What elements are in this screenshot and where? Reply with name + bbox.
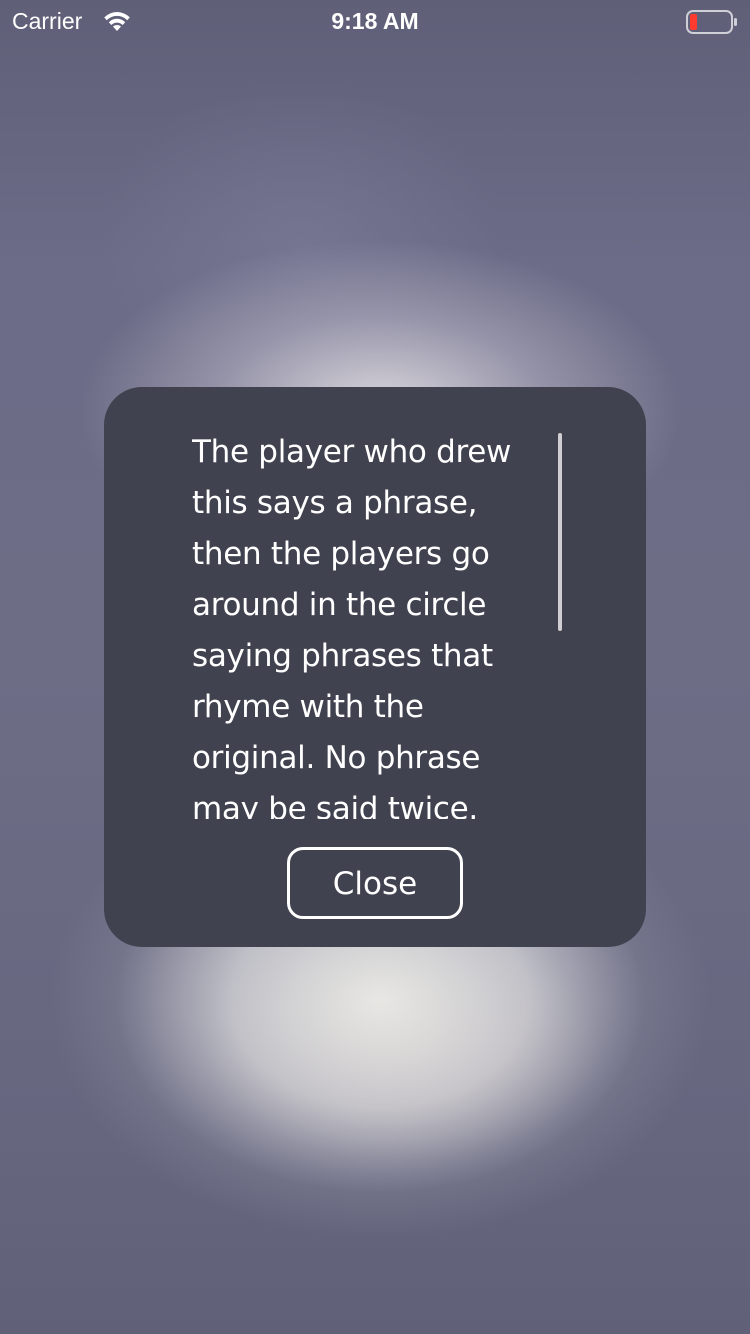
instructions-text: The player who drew this says a phrase, … <box>192 434 512 819</box>
scroll-indicator[interactable] <box>558 433 562 631</box>
instructions-scroll-view[interactable]: The player who drew this says a phrase, … <box>192 427 554 819</box>
clock: 9:18 AM <box>331 8 419 34</box>
close-button[interactable]: Close <box>287 847 463 919</box>
battery-icon <box>686 10 737 34</box>
instructions-modal: The player who drew this says a phrase, … <box>104 387 646 947</box>
status-bar: Carrier 9:18 AM <box>0 0 750 40</box>
